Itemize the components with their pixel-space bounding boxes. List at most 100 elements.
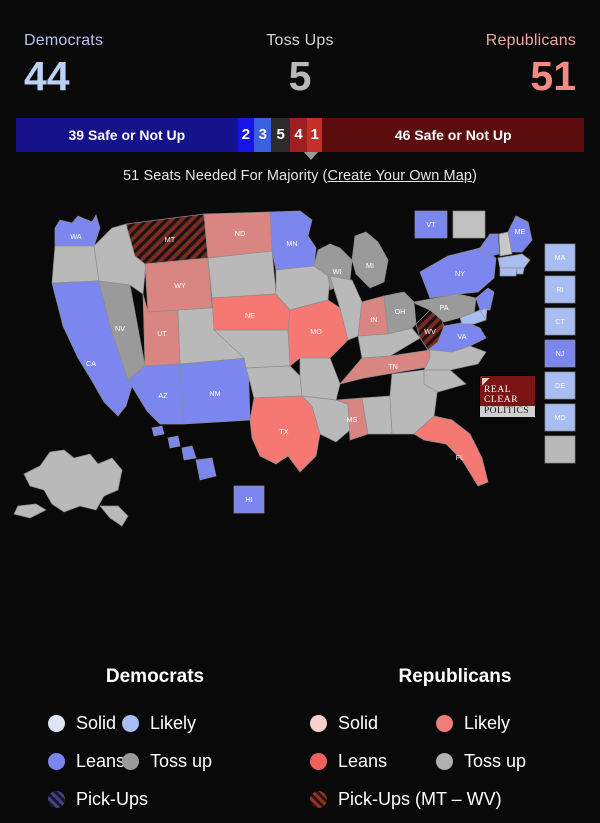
tossups-label: Toss Ups	[266, 32, 334, 49]
state-OR[interactable]	[51, 245, 100, 284]
create-your-own-map-link[interactable]: Create Your Own Map	[327, 168, 472, 184]
scoreboard-tossups: Toss Ups 5	[208, 32, 392, 100]
state-NE[interactable]	[211, 293, 291, 331]
legend-column-republicans: Solid Likely Leans Toss up Pick-Ups (MT …	[300, 704, 600, 818]
state-AR[interactable]	[299, 357, 341, 401]
legend-item-rep-likely[interactable]: Likely	[436, 713, 510, 734]
bar-segment-dem-likely[interactable]: 2	[237, 117, 255, 152]
legend-item-rep-tossup[interactable]: Toss up	[436, 751, 526, 772]
state-OH[interactable]	[383, 291, 417, 335]
majority-note-text: 51 Seats Needed For Majority (	[123, 167, 328, 184]
legend-label-rep-tossup: Toss up	[464, 750, 527, 771]
us-senate-map: WA CA NV MT WY UT AZ NM ND NE TX MN MO W…	[0, 206, 600, 566]
state-MA-shape[interactable]	[497, 253, 531, 269]
seat-bar: 39 Safe or Not Up 2 3 5 4 1 46 Safe or N…	[16, 117, 584, 152]
legend-row: Solid Likely	[0, 704, 300, 742]
majority-note-close: )	[472, 167, 477, 184]
state-WY[interactable]	[144, 257, 213, 313]
logo-line-1: REAL	[484, 384, 512, 395]
state-RI-shape[interactable]	[516, 267, 525, 275]
legend-swatch-rep-solid	[310, 714, 327, 732]
bar-segment-rep-leans[interactable]: 4	[290, 117, 308, 152]
box-VT[interactable]	[414, 210, 448, 239]
box-CT[interactable]	[544, 307, 576, 336]
state-AK-tail[interactable]	[99, 505, 129, 527]
legend-item-dem-solid[interactable]: Solid	[0, 713, 122, 734]
legend-swatch-rep-likely	[436, 714, 453, 732]
democrats-label: Democrats	[24, 32, 104, 49]
legend-swatch-rep-pickups	[310, 790, 327, 808]
legend-item-dem-leans[interactable]: Leans	[0, 750, 126, 772]
state-ND[interactable]	[203, 211, 273, 259]
legend-label-rep-leans: Leans	[338, 750, 388, 771]
map-legend: Democrats Republicans Solid Likely Leans…	[0, 666, 600, 818]
legend-label-dem-tossup: Toss up	[150, 750, 213, 771]
legend-row: Leans Toss up	[0, 742, 300, 780]
legend-label-dem-leans: Leans	[76, 750, 126, 771]
bar-segment-rep-likely[interactable]: 1	[307, 117, 323, 152]
bar-segment-dem-safe[interactable]: 39 Safe or Not Up	[16, 117, 238, 152]
majority-marker-icon	[303, 151, 318, 160]
state-ME[interactable]	[507, 215, 533, 253]
state-SD[interactable]	[207, 250, 277, 299]
legend-swatch-dem-pickups	[48, 790, 65, 808]
state-NM[interactable]	[179, 357, 251, 425]
legend-row: Leans Toss up	[300, 742, 600, 780]
state-TX[interactable]	[249, 395, 321, 473]
republicans-label: Republicans	[485, 32, 576, 49]
state-WA[interactable]	[54, 213, 101, 247]
box-NJ[interactable]	[544, 339, 576, 368]
legend-item-rep-pickups[interactable]: Pick-Ups (MT – WV)	[300, 789, 502, 810]
legend-label-dem-pickups: Pick-Ups	[76, 788, 149, 809]
legend-item-rep-leans[interactable]: Leans	[300, 751, 436, 772]
state-MI[interactable]	[351, 231, 389, 289]
legend-swatch-dem-solid	[48, 714, 65, 732]
legend-swatch-rep-leans	[310, 752, 327, 770]
box-unlabeled[interactable]	[544, 435, 576, 464]
state-OK[interactable]	[245, 365, 303, 399]
state-IN[interactable]	[357, 295, 389, 337]
scoreboard: Democrats 44 Toss Ups 5 Republicans 51	[0, 0, 600, 100]
state-HI-1[interactable]	[151, 425, 165, 437]
state-FL[interactable]	[413, 415, 489, 487]
logo-line-2: CLEAR	[484, 394, 519, 405]
legend-headings: Democrats Republicans	[0, 666, 600, 688]
legend-item-dem-tossup[interactable]: Toss up	[122, 751, 212, 772]
legend-label-dem-solid: Solid	[76, 712, 117, 733]
state-HI-2[interactable]	[167, 435, 181, 449]
bar-segment-rep-safe[interactable]: 46 Safe or Not Up	[322, 117, 584, 152]
box-HI[interactable]	[233, 485, 265, 514]
box-MD[interactable]	[544, 403, 576, 432]
bar-segment-dem-leans[interactable]: 3	[254, 117, 272, 152]
legend-item-dem-pickups[interactable]: Pick-Ups	[0, 789, 148, 810]
legend-item-dem-likely[interactable]: Likely	[122, 713, 196, 734]
legend-label-rep-pickups: Pick-Ups (MT – WV)	[338, 788, 502, 809]
state-AK-islands[interactable]	[13, 503, 47, 519]
tossups-count: 5	[288, 52, 312, 99]
box-DE[interactable]	[544, 371, 576, 400]
state-AZ[interactable]	[127, 363, 185, 425]
box-RI[interactable]	[544, 275, 576, 304]
legend-label-dem-likely: Likely	[150, 712, 197, 733]
legend-label-rep-solid: Solid	[338, 712, 379, 733]
state-AK[interactable]	[23, 449, 123, 513]
legend-swatch-dem-tossup	[122, 752, 139, 770]
state-CT-shape[interactable]	[499, 267, 518, 277]
state-HI-4[interactable]	[195, 457, 217, 481]
state-HI-3[interactable]	[181, 445, 197, 461]
scoreboard-democrats: Democrats 44	[24, 32, 208, 100]
legend-row: Pick-Ups	[0, 780, 300, 818]
legend-item-rep-solid[interactable]: Solid	[300, 713, 436, 734]
seat-bar-container: 39 Safe or Not Up 2 3 5 4 1 46 Safe or N…	[16, 117, 584, 160]
legend-label-rep-likely: Likely	[464, 712, 511, 733]
state-MO[interactable]	[287, 299, 349, 367]
republicans-count: 51	[530, 52, 576, 99]
bar-segment-tossup[interactable]: 5	[271, 117, 291, 152]
logo-line-3: POLITICS	[480, 405, 535, 417]
legend-heading-democrats: Democrats	[105, 666, 205, 687]
state-MT[interactable]	[125, 213, 209, 265]
legend-columns: Solid Likely Leans Toss up Pick-Ups Soli…	[0, 704, 600, 818]
box-NH[interactable]	[452, 210, 486, 239]
state-MN[interactable]	[269, 210, 317, 271]
box-MA[interactable]	[544, 243, 576, 272]
